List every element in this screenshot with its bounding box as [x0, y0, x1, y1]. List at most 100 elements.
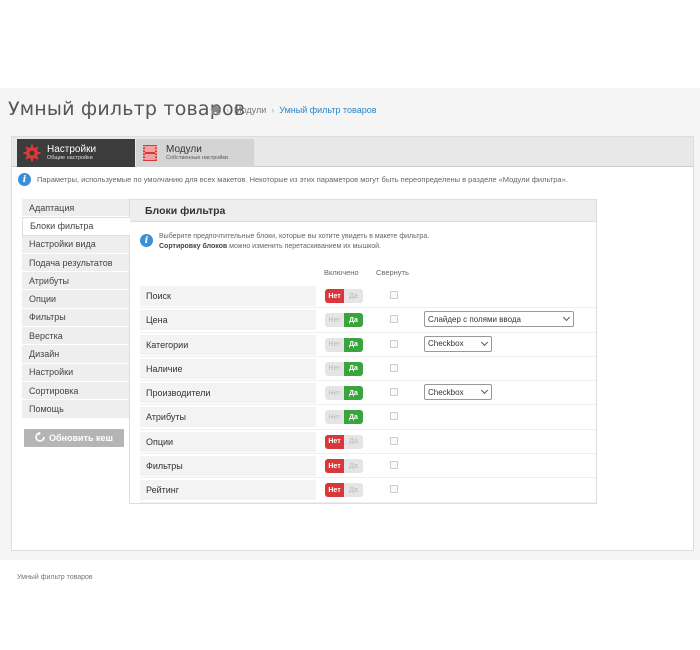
chevron-down-icon [480, 338, 489, 346]
display-type-select[interactable]: Checkbox [424, 384, 492, 401]
column-header-collapse: Свернуть [376, 268, 409, 277]
sidebar-item-filter-blocks[interactable]: Блоки фильтра [22, 217, 130, 236]
enabled-toggle[interactable]: Нет Да [325, 434, 363, 449]
collapse-checkbox[interactable] [390, 339, 398, 348]
enabled-toggle[interactable]: Нет Да [325, 459, 363, 474]
toggle-yes[interactable]: Да [344, 459, 363, 474]
info-icon: i [18, 173, 31, 186]
enabled-toggle[interactable]: Нет Да [325, 313, 363, 328]
collapse-checkbox[interactable] [390, 363, 398, 372]
toggle-no[interactable]: Нет [325, 361, 344, 376]
filter-block-row[interactable]: Фильтры Нет Да [140, 454, 596, 479]
filter-block-label: Атрибуты [140, 407, 316, 428]
sidebar-item-design[interactable]: Дизайн [22, 345, 129, 364]
enabled-toggle[interactable]: Нет Да [325, 337, 363, 352]
filter-block-label: Цена [140, 310, 316, 331]
collapse-checkbox[interactable] [390, 291, 398, 299]
tab-bar: Настройки Общие настройки Модули Собстве… [12, 137, 693, 167]
info-icon: i [140, 234, 153, 247]
filter-block-row[interactable]: Рейтинг Нет Да [140, 478, 596, 503]
sidebar-item-help[interactable]: Помощь [22, 400, 129, 419]
filter-block-label: Наличие [140, 358, 316, 379]
footer-text: Умный фильтр товаров [17, 574, 93, 581]
sidebar-item-settings[interactable]: Настройки [22, 363, 129, 382]
filter-blocks-panel: Блоки фильтра i Выберите предпочтительны… [129, 199, 597, 504]
collapse-checkbox[interactable] [390, 461, 398, 470]
column-header-enabled: Включено [324, 268, 359, 277]
toggle-no[interactable]: Нет [325, 434, 344, 449]
tab-modules[interactable]: Модули Собственные настройки [136, 139, 254, 167]
chevron-down-icon [480, 387, 489, 395]
breadcrumb-item-modules[interactable]: Модули [234, 105, 266, 115]
enabled-toggle[interactable]: Нет Да [325, 410, 363, 425]
toggle-yes[interactable]: Да [344, 337, 363, 352]
film-icon [142, 144, 160, 162]
toggle-no[interactable]: Нет [325, 459, 344, 474]
toggle-no[interactable]: Нет [325, 313, 344, 328]
filter-block-row[interactable]: Наличие Нет Да [140, 357, 596, 382]
toggle-yes[interactable]: Да [344, 361, 363, 376]
enabled-toggle[interactable]: Нет Да [325, 483, 363, 498]
toggle-no[interactable]: Нет [325, 483, 344, 498]
toggle-no[interactable]: Нет [325, 386, 344, 401]
chevron-down-icon [562, 314, 571, 322]
display-type-select[interactable]: Checkbox [424, 335, 492, 352]
filter-block-row[interactable]: Категории Нет Да Checkbox [140, 333, 596, 357]
sidebar-item-layout[interactable]: Верстка [22, 327, 129, 346]
filter-block-label: Категории [140, 334, 316, 355]
refresh-cache-button[interactable]: Обновить кеш [24, 429, 124, 447]
panel-info-line1: Выберите предпочтительные блоки, которые… [159, 233, 430, 240]
tab-modules-subtitle: Собственные настройки [166, 155, 228, 161]
toggle-no[interactable]: Нет [325, 337, 344, 352]
collapse-checkbox[interactable] [390, 315, 398, 324]
sidebar-item-filters[interactable]: Фильтры [22, 308, 129, 328]
toggle-no[interactable]: Нет [325, 289, 344, 303]
collapse-checkbox[interactable] [390, 388, 398, 397]
enabled-toggle[interactable]: Нет Да [325, 289, 363, 303]
filter-block-row[interactable]: Атрибуты Нет Да [140, 405, 596, 430]
toggle-yes[interactable]: Да [344, 313, 363, 328]
sidebar-item-sorting[interactable]: Сортировка [22, 381, 129, 401]
display-type-select[interactable]: Слайдер с полями ввода [424, 311, 574, 328]
toggle-no[interactable]: Нет [325, 410, 344, 425]
collapse-checkbox[interactable] [390, 412, 398, 421]
display-type-value: Слайдер с полями ввода [428, 314, 521, 324]
filter-block-row[interactable]: Производители Нет Да Checkbox [140, 381, 596, 406]
sidebar-item-view-settings[interactable]: Настройки вида [22, 235, 129, 254]
sidebar-item-adaptation[interactable]: Адаптация [22, 199, 129, 218]
toggle-yes[interactable]: Да [344, 410, 363, 425]
home-icon[interactable] [210, 105, 221, 115]
filter-block-row[interactable]: Опции Нет Да [140, 430, 596, 455]
filter-block-label: Рейтинг [140, 480, 316, 501]
sidebar-item-results[interactable]: Подача результатов [22, 253, 129, 273]
enabled-toggle[interactable]: Нет Да [325, 386, 363, 401]
collapse-checkbox[interactable] [390, 436, 398, 445]
display-type-value: Checkbox [428, 387, 464, 397]
filter-block-label: Производители [140, 383, 316, 404]
sidebar-item-attributes[interactable]: Атрибуты [22, 272, 129, 291]
toggle-yes[interactable]: Да [344, 483, 363, 498]
toggle-yes[interactable]: Да [344, 386, 363, 401]
app-frame: Умный фильтр товаров › Модули › Умный фи… [0, 88, 700, 581]
panel-title: Блоки фильтра [130, 200, 596, 222]
sidebar: Адаптация Блоки фильтра Настройки вида П… [22, 199, 130, 419]
tab-settings[interactable]: Настройки Общие настройки [17, 139, 135, 167]
sidebar-item-options[interactable]: Опции [22, 290, 129, 309]
filter-block-row[interactable]: Поиск Нет Да [140, 284, 596, 309]
collapse-checkbox[interactable] [390, 485, 398, 494]
gear-icon [23, 144, 41, 162]
filter-block-label: Поиск [140, 286, 316, 306]
tab-settings-subtitle: Общие настройки [47, 155, 93, 161]
breadcrumb: › Модули › Умный фильтр товаров [210, 105, 377, 115]
filter-block-row[interactable]: Цена Нет Да Слайдер с полями ввода [140, 308, 596, 333]
breadcrumb-item-current[interactable]: Умный фильтр товаров [279, 105, 376, 115]
panel-info-bold: Сортировку блоков [159, 242, 228, 250]
tab-modules-title: Модули [166, 144, 202, 155]
page-header: Умный фильтр товаров › Модули › Умный фи… [0, 88, 700, 136]
panel-info-line2: можно изменить перетаскиванием их мышкой… [227, 242, 381, 250]
toggle-yes[interactable]: Да [344, 434, 363, 449]
panel-info: i Выберите предпочтительные блоки, котор… [140, 232, 429, 251]
enabled-toggle[interactable]: Нет Да [325, 361, 363, 376]
toggle-yes[interactable]: Да [344, 289, 363, 303]
filter-block-label: Фильтры [140, 456, 316, 477]
